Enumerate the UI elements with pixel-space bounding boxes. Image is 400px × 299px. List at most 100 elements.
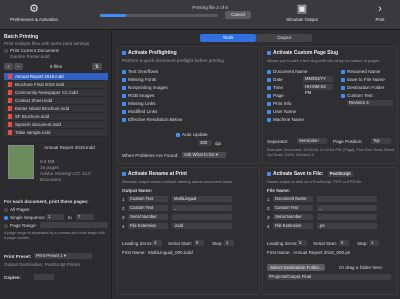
slug-option[interactable]: Renamed Name (341, 68, 385, 76)
preflight-item[interactable]: Effective Resolution Below (122, 116, 182, 124)
component-select[interactable]: Custom Text (273, 205, 313, 211)
component-value-field[interactable]: _ (172, 205, 232, 211)
save-to-file-checkbox[interactable]: Activate Save to File: PostScript (267, 171, 393, 177)
slug-option[interactable]: Custom Text: (341, 92, 385, 100)
print-button[interactable]: › Print (368, 3, 392, 22)
preview-name: Annual Report 2019.indd (44, 145, 95, 150)
pdf-file-icon (8, 122, 12, 128)
list-item[interactable]: Annual Report 2019.indd (4, 73, 108, 81)
component-value-field[interactable]: .ps (317, 223, 377, 229)
time-format-select[interactable]: HH:MM:SS PM (303, 84, 333, 95)
component-select[interactable]: File Extension (273, 223, 313, 229)
leading-zeros-label: Leading Zeros: (122, 241, 153, 246)
save-step-field[interactable]: 1 (369, 240, 379, 246)
sort-button[interactable]: ⇅ (92, 63, 102, 70)
component-select[interactable]: File Extension (128, 223, 168, 229)
remove-file-button[interactable]: − (14, 63, 23, 70)
save-desc: Saves output to disk as a PostScript, PD… (267, 179, 362, 184)
component-select[interactable]: Custom Text (128, 196, 168, 202)
slug-option[interactable]: Date (267, 76, 307, 84)
preflight-item[interactable]: Missing Fonts (122, 76, 182, 84)
rename-checkbox[interactable]: Activate Rename at Print (122, 171, 255, 177)
component-value-field[interactable]: _ (317, 205, 377, 211)
slug-option[interactable]: Print Info (267, 100, 307, 108)
slug-option[interactable]: Time (267, 84, 307, 92)
preflight-item[interactable]: RGB Images (122, 92, 182, 100)
component-select[interactable]: Serial Number (128, 214, 168, 220)
custom-text-field[interactable]: Revision 3 (347, 100, 393, 106)
preferences-button[interactable]: ⚙ Preferences & Activation (4, 3, 64, 22)
step-field[interactable]: 1 (224, 240, 234, 246)
copies-field[interactable] (34, 274, 54, 280)
component-value-field[interactable] (317, 196, 377, 202)
component-value-field[interactable] (317, 214, 377, 220)
save-first-name-value: Annual Report 2019_000.ps (293, 250, 351, 255)
slug-option[interactable]: Document Name (267, 68, 307, 76)
list-item[interactable]: Table sample.indd (4, 129, 108, 137)
preflight-item[interactable]: Text Overflows (122, 68, 182, 76)
simulate-output-button[interactable]: ▣ Simulate Output (282, 3, 322, 22)
add-file-button[interactable]: + (4, 63, 13, 70)
range-note: A page range is separated by a comma and… (4, 231, 105, 240)
preflight-item[interactable]: Nonprinting Images (122, 84, 182, 92)
date-format-select[interactable]: MM/DD/YY (303, 76, 333, 82)
component-select[interactable]: Document Name (273, 196, 313, 202)
slug-title: Activate Custom Page Slug (273, 50, 339, 56)
slug-option[interactable]: Destination Folder (341, 84, 385, 92)
list-item[interactable]: SF Brochure.indd (4, 113, 108, 121)
separator-select[interactable]: Semicolon (297, 138, 327, 144)
page-range-radio[interactable]: Page Range: (4, 223, 37, 228)
save-format-select[interactable]: PostScript (327, 171, 353, 177)
separator-label: Separator: (267, 139, 289, 144)
list-item[interactable]: Easter Island Brochure.indd (4, 105, 108, 113)
slug-option[interactable]: Page (267, 92, 307, 100)
all-pages-radio[interactable]: All Pages (4, 207, 29, 212)
list-item[interactable]: Contact Sheet.indd (4, 97, 108, 105)
cancel-button[interactable]: Cancel (225, 11, 251, 19)
component-select[interactable]: Custom Text (128, 205, 168, 211)
save-leading-zeros-field[interactable]: 3 (297, 240, 307, 246)
save-serial-start-field[interactable]: 0 (339, 240, 349, 246)
checkbox-icon (267, 50, 271, 55)
slug-checkbox[interactable]: Activate Custom Page Slug (267, 50, 393, 56)
step-label: Step: (212, 241, 223, 246)
tab-tools[interactable]: Tools (200, 34, 256, 42)
component-value-field[interactable] (172, 214, 232, 220)
preflight-checkbox[interactable]: Activate Preflighting (122, 50, 255, 56)
sequence-to-field[interactable]: 7 (76, 214, 94, 220)
component-value-field[interactable]: MultiLingual (172, 196, 232, 202)
select-destination-button[interactable]: Select Destination Folder... (267, 264, 326, 271)
single-sequence-radio[interactable]: Single Sequence (4, 215, 45, 220)
slug-option[interactable]: Machine Name (267, 116, 307, 124)
component-select[interactable]: Serial Number (273, 214, 313, 220)
list-item-label: Spanish document.indd (15, 122, 61, 127)
auto-update-1[interactable]: Auto Update (176, 132, 208, 137)
list-item[interactable]: Brochure Final 2019.indd (4, 81, 108, 89)
list-item[interactable]: Spanish document.indd (4, 121, 108, 129)
tab-output[interactable]: Output (256, 34, 312, 42)
slug-option[interactable]: Save to File Name (341, 76, 385, 84)
preflight-item[interactable]: Modified Links (122, 108, 182, 116)
errors-select[interactable]: Ask What to Do ▾ (182, 152, 226, 158)
leading-zeros-field[interactable]: 3 (152, 240, 162, 246)
slug-option[interactable]: User Name (267, 108, 307, 116)
preferences-label: Preferences & Activation (10, 17, 58, 22)
output-name-label: Output Name: (122, 188, 153, 193)
toolbar: ⚙ Preferences & Activation Printing file… (0, 0, 400, 30)
checkbox-icon (267, 85, 271, 90)
folder-path-field[interactable]: /Projects/Output Final (267, 274, 391, 280)
to-label: to (68, 215, 72, 220)
print-preset-select[interactable]: Print Preset 1 ▾ (34, 253, 92, 259)
preflight-item[interactable]: Missing Links (122, 100, 182, 108)
resolution-field[interactable]: 300 (198, 140, 212, 146)
sequence-from-field[interactable]: 1 (46, 214, 64, 220)
page-position-select[interactable]: Top (371, 138, 391, 144)
component-value-field[interactable]: .indd (172, 223, 232, 229)
progress-title: Printing file 3 of 8 (192, 5, 228, 10)
row-number: 2 (122, 206, 125, 211)
print-current-checkbox[interactable]: Print Current Document: (4, 48, 60, 53)
list-item[interactable]: Community Newspaper CC.indd (4, 89, 108, 97)
checkbox-icon (267, 109, 271, 114)
page-range-field[interactable] (40, 222, 108, 228)
serial-start-field[interactable]: 0 (194, 240, 204, 246)
